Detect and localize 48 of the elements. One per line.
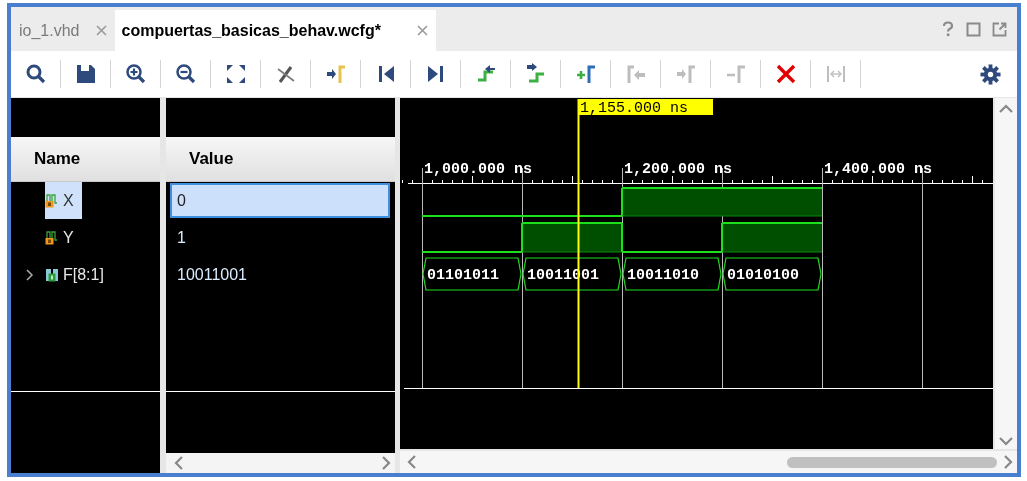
signal-name: F[8:1] [63,265,104,284]
bus-signal-icon [45,267,59,282]
step-arrow-right-icon[interactable] [524,63,547,85]
search-icon[interactable] [24,63,47,85]
bit-signal-icon [45,230,59,245]
horizontal-scrollbar[interactable] [400,451,1017,473]
tab[interactable]: io_1.vhd [12,10,115,51]
column-header[interactable]: Name [11,137,160,182]
arrow-bracket-icon[interactable] [324,63,347,85]
maximize-icon[interactable] [966,21,981,37]
time-label: 1,400.000 ns [824,161,933,178]
value-cell-text: 10011001 [176,264,248,285]
help-icon[interactable] [941,21,955,37]
time-label: 1,200.000 ns [624,161,733,178]
scroll-left-icon[interactable] [174,456,184,470]
signal-name-row[interactable]: X [45,182,82,219]
scroll-right-icon[interactable] [1003,455,1013,469]
settings-icon[interactable] [980,63,1001,85]
delete-icon[interactable] [774,63,797,85]
time-label: 1,000.000 ns [424,161,533,178]
signal-name: X [63,191,74,210]
value-cell-text: 1 [176,227,187,248]
expand-chevron-icon[interactable] [25,268,35,281]
scroll-up-icon[interactable] [999,104,1013,114]
value-cell: 0 [170,183,390,218]
signal-name: Y [63,228,74,247]
bus-value: 10011010 [627,267,699,284]
external-window-icon[interactable] [992,21,1007,37]
signal-name-row[interactable]: F[8:1] [45,256,112,293]
vertical-scrollbar[interactable] [995,98,1017,449]
bus-value: 01101011 [427,267,499,284]
tab[interactable]: compuertas_basicas_behav.wcfg* [114,10,436,51]
zoom-out-icon[interactable] [174,63,197,85]
zoom-in-icon[interactable] [124,63,147,85]
close-icon[interactable] [95,25,107,36]
scroll-down-icon[interactable] [999,436,1013,446]
horizontal-scrollbar[interactable] [166,453,395,473]
scrollbar-thumb[interactable] [787,456,997,468]
cursor-time: 1,155.000 ns [578,99,713,117]
scroll-left-icon[interactable] [407,455,417,469]
plus-bracket-icon[interactable] [574,63,597,85]
column-header[interactable]: Value [166,137,395,182]
scroll-right-icon[interactable] [381,456,391,470]
signal-name-row[interactable]: Y [45,219,82,256]
bus-value: 01010100 [727,267,799,284]
bit-signal-icon [45,193,59,208]
expand-arrows-icon[interactable] [224,63,247,85]
close-icon[interactable] [416,25,428,36]
